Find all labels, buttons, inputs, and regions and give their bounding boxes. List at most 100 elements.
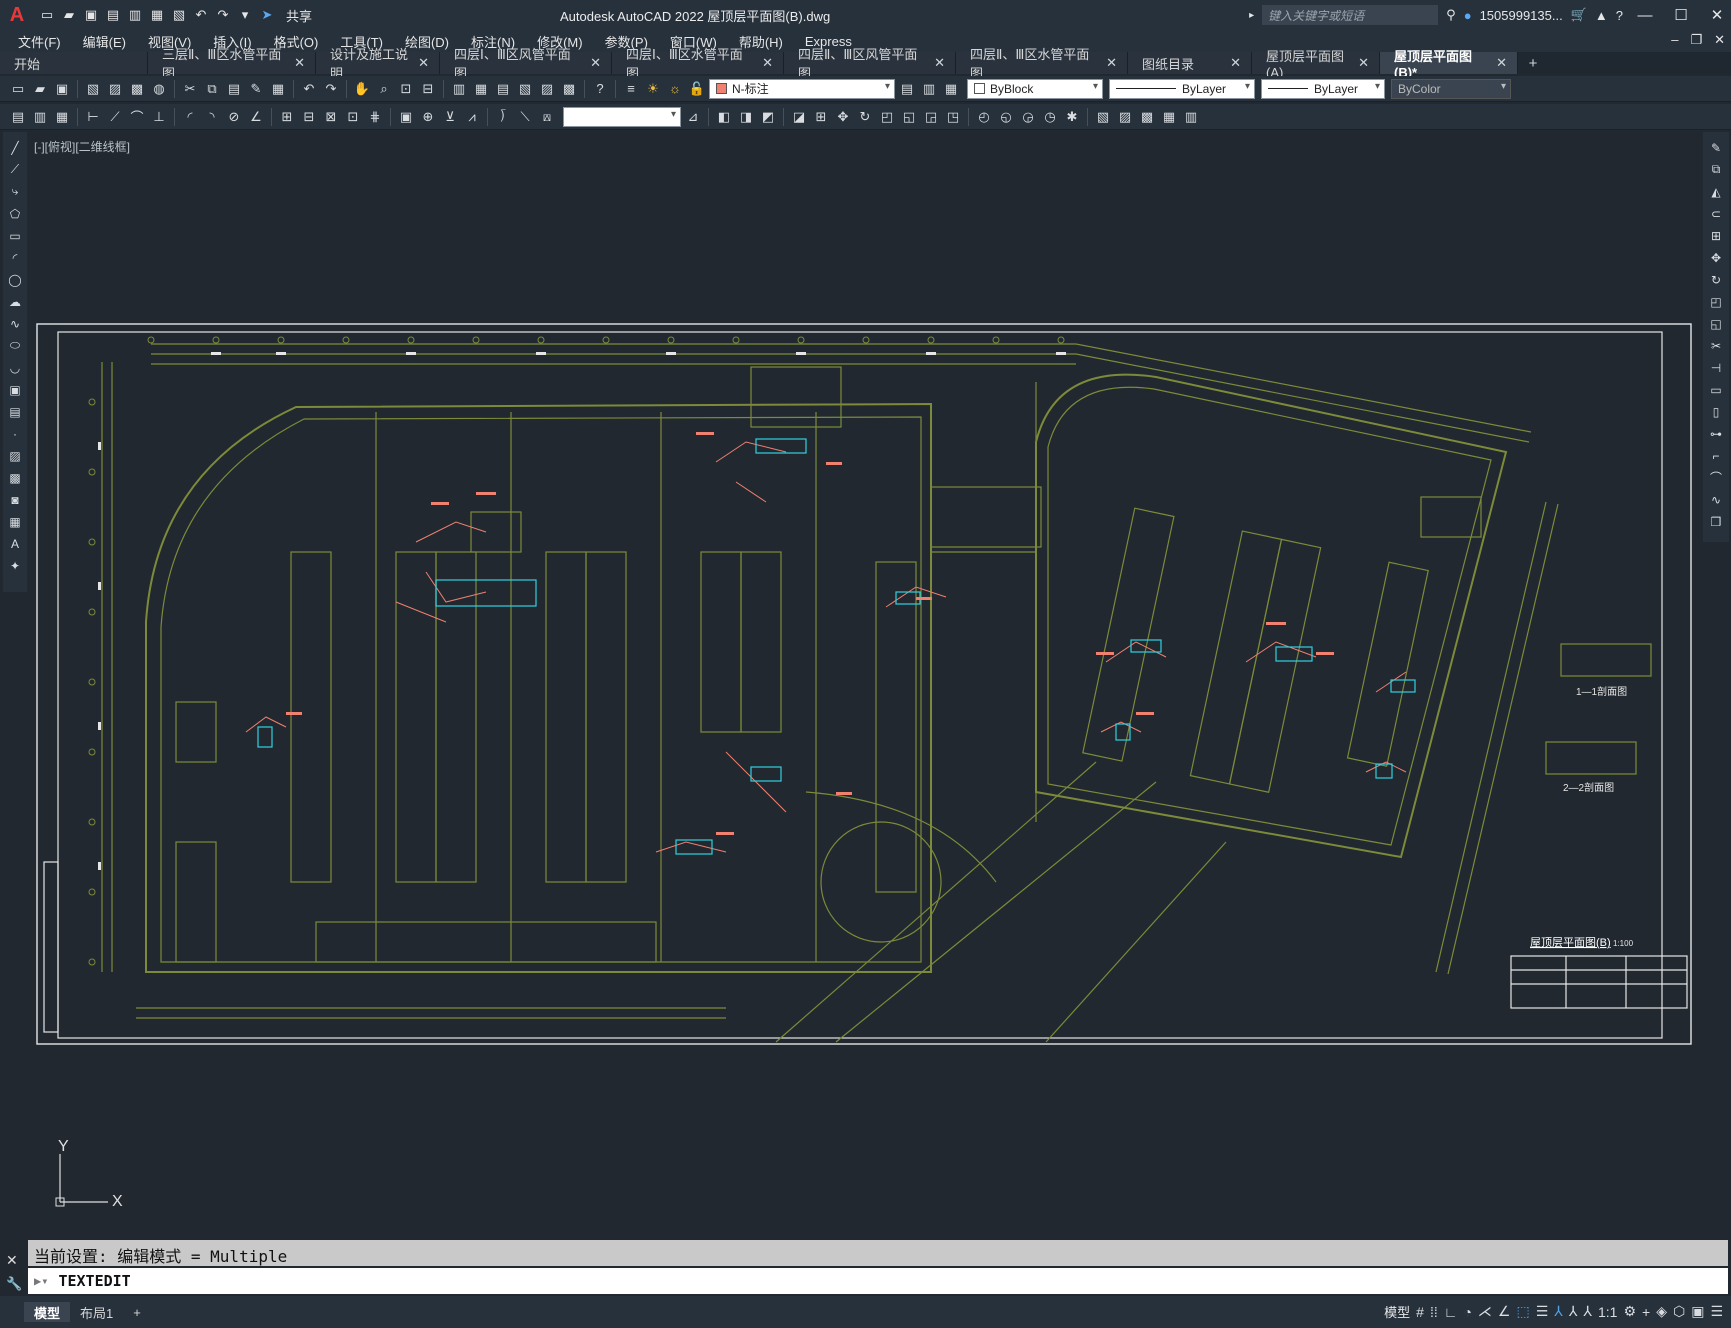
viewport-controls[interactable]: [-][俯视][二维线框] [34, 138, 130, 155]
design-center-icon[interactable]: ▦ [471, 79, 491, 99]
break-at-point-icon[interactable]: ▭ [1707, 380, 1725, 399]
add-selected-icon[interactable]: ✦ [6, 556, 24, 575]
auto-scale-icon[interactable]: ⅄ [1569, 1303, 1578, 1320]
new-file-icon[interactable]: ▭ [38, 6, 56, 24]
extend-icon[interactable]: ⊣ [1707, 358, 1725, 377]
center-mark-icon[interactable]: ⊕ [418, 107, 438, 127]
tab-model[interactable]: 模型 [24, 1302, 71, 1322]
stretch-icon[interactable]: ◱ [899, 107, 919, 127]
fillet-icon[interactable]: ⌒ [1707, 468, 1725, 487]
tab-file[interactable]: 四层Ⅱ、Ⅲ区风管平面图 ✕ [784, 47, 956, 81]
lineweight-dropdown[interactable]: ByLayer ▾ [1261, 78, 1385, 99]
close-button[interactable]: ✕ [1703, 6, 1731, 24]
tab-start[interactable]: 开始 [0, 52, 148, 74]
minimize-button[interactable]: — [1631, 7, 1659, 24]
object-snap-icon[interactable]: ⬚ [1516, 1303, 1529, 1320]
settings-gear-icon[interactable]: ⚙ [1623, 1303, 1636, 1320]
scale-icon[interactable]: ◰ [877, 107, 897, 127]
plot-icon[interactable]: ▧ [170, 6, 188, 24]
make-current-layer-icon[interactable]: ▤ [897, 79, 917, 99]
arc-length-icon[interactable]: ⌒ [127, 107, 147, 127]
publish-icon[interactable]: ▩ [127, 79, 147, 99]
break-icon[interactable]: ▯ [1707, 402, 1725, 421]
spline-icon[interactable]: ∿ [6, 314, 24, 333]
tab-file[interactable]: 设计及施工说明 ✕ [316, 47, 440, 81]
floor-plan-drawing[interactable]: 1—1剖面图 2—2剖面图 屋顶层平面图(B) 1:100 [36, 322, 1694, 1046]
save-as-icon[interactable]: ▤ [104, 6, 122, 24]
menu-file[interactable]: 文件(F) [0, 32, 72, 51]
search-icon[interactable]: ⚲ [1446, 7, 1456, 23]
gradient-icon[interactable]: ▩ [6, 468, 24, 487]
hatch-icon[interactable]: ▦ [1159, 107, 1179, 127]
dim-space-icon[interactable]: ⊡ [343, 107, 363, 127]
extend-icon[interactable]: ◳ [943, 107, 963, 127]
close-tab-icon[interactable]: ✕ [1358, 55, 1369, 71]
tab-file[interactable]: 图纸目录 ✕ [1128, 52, 1252, 74]
doc-restore-button[interactable]: ❐ [1690, 32, 1702, 48]
diameter-dim-icon[interactable]: ⊘ [224, 107, 244, 127]
customize-qa-icon[interactable]: ▾ [236, 6, 254, 24]
share-button[interactable]: 共享 [286, 6, 312, 25]
tab-file[interactable]: 四层Ⅰ、Ⅲ区风管平面图 ✕ [440, 47, 612, 81]
isodraft-icon[interactable]: ⋌ [1478, 1303, 1492, 1320]
mirror-icon[interactable]: ◭ [1707, 182, 1725, 201]
doc-minimize-button[interactable]: – [1671, 32, 1678, 48]
customize-icon[interactable]: ☰ [1710, 1303, 1723, 1320]
user-icon[interactable]: ● [1464, 8, 1472, 23]
array-icon[interactable]: ⊞ [811, 107, 831, 127]
linetype-dropdown[interactable]: ByLayer ▾ [1109, 78, 1255, 99]
close-tab-icon[interactable]: ✕ [294, 55, 305, 71]
offset-icon[interactable]: ⊂ [1707, 204, 1725, 223]
color-dropdown[interactable]: ByBlock ▾ [967, 78, 1103, 99]
3d-dwf-icon[interactable]: ◍ [149, 79, 169, 99]
tab-file[interactable]: 屋顶层平面图(A) ✕ [1252, 49, 1380, 80]
point-icon[interactable]: · [6, 424, 24, 443]
quick-dim-icon[interactable]: ⊞ [277, 107, 297, 127]
annotation-scale-value[interactable]: 1:1 [1598, 1304, 1617, 1320]
open-icon[interactable]: ▰ [30, 79, 50, 99]
close-tab-icon[interactable]: ✕ [1230, 55, 1241, 71]
ellipse-arc-icon[interactable]: ◡ [6, 358, 24, 377]
dim-style-icon[interactable]: ⊿ [683, 107, 703, 127]
add-layout-button[interactable]: + [123, 1302, 151, 1322]
ellipse-icon[interactable]: ⬭ [6, 336, 24, 355]
layer-lock-icon[interactable]: 🔓 [687, 79, 707, 99]
erase-icon[interactable]: ✎ [1707, 138, 1725, 157]
rotate-icon[interactable]: ↻ [855, 107, 875, 127]
move-icon[interactable]: ✥ [1707, 248, 1725, 267]
tab-file[interactable]: 三层Ⅱ、Ⅲ区水管平面图 ✕ [148, 47, 316, 81]
save-icon[interactable]: ▣ [82, 6, 100, 24]
search-input[interactable]: 键入关键字或短语 [1262, 5, 1439, 25]
region-icon[interactable]: ▥ [1181, 107, 1201, 127]
make-block-icon[interactable]: ▤ [6, 402, 24, 421]
grid-icon[interactable]: # [1416, 1304, 1424, 1320]
dim-edit-icon[interactable]: ⟌ [493, 107, 513, 127]
hatch-icon[interactable]: ▨ [6, 446, 24, 465]
point-icon[interactable]: ▩ [1137, 107, 1157, 127]
properties-icon[interactable]: ▥ [449, 79, 469, 99]
tab-file[interactable]: 四层Ⅰ、Ⅲ区水管平面图 ✕ [612, 47, 784, 81]
paste-icon[interactable]: ▤ [224, 79, 244, 99]
offset-icon[interactable]: ◪ [789, 107, 809, 127]
layer-on-icon[interactable]: ☀ [643, 79, 663, 99]
multiline-text-icon[interactable]: A [6, 534, 24, 553]
tab-layout1[interactable]: 布局1 [70, 1302, 123, 1322]
move-icon[interactable]: ✥ [833, 107, 853, 127]
cart-icon[interactable]: 🛒 [1571, 7, 1587, 23]
layer-states-icon[interactable]: ▦ [941, 79, 961, 99]
linear-dim-icon[interactable]: ⊢ [83, 107, 103, 127]
continue-dim-icon[interactable]: ⊠ [321, 107, 341, 127]
undo-icon[interactable]: ↶ [299, 79, 319, 99]
dim-style-dropdown[interactable]: ▾ [563, 106, 681, 127]
table-icon[interactable]: ▦ [6, 512, 24, 531]
layer-freeze-icon[interactable]: ☼ [665, 79, 685, 99]
copy-object-icon[interactable]: ◨ [736, 107, 756, 127]
trim-icon[interactable]: ◲ [921, 107, 941, 127]
cut-icon[interactable]: ✂ [180, 79, 200, 99]
zoom-previous-icon[interactable]: ⊟ [418, 79, 438, 99]
preview-icon[interactable]: ▨ [105, 79, 125, 99]
copy-icon[interactable]: ⧉ [202, 79, 222, 99]
zoom-window-icon[interactable]: ⊡ [396, 79, 416, 99]
expand-icon[interactable]: ▸ [1249, 10, 1254, 21]
lineweight-icon[interactable]: ☰ [1536, 1303, 1549, 1320]
